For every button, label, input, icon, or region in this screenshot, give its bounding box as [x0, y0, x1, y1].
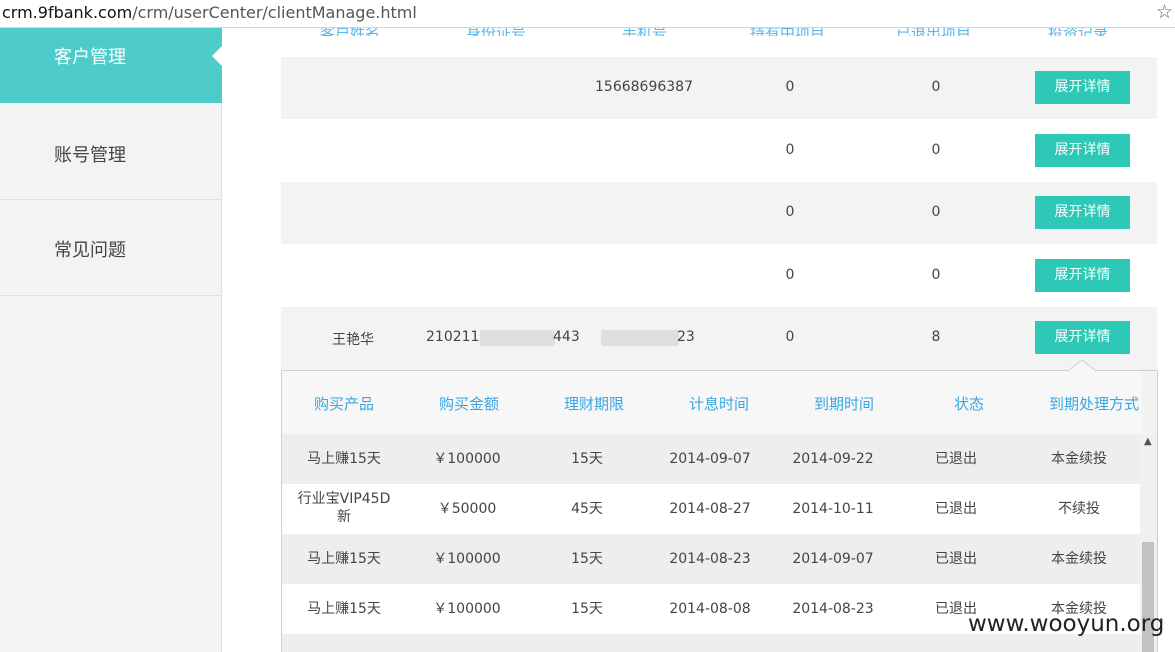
expand-details-button[interactable]: 展开详情 — [1035, 259, 1130, 292]
start-date: 2014-08-08 — [669, 601, 751, 617]
redacted-blur — [480, 330, 555, 346]
panel-pointer-icon — [1068, 360, 1096, 372]
header-product: 购买产品 — [313, 395, 375, 413]
column-header-exited: 已退出项目 — [896, 28, 978, 36]
expand-details-button[interactable]: 展开详情 — [1035, 134, 1130, 167]
end-date: 2014-09-07 — [792, 551, 874, 567]
header-amount: 购买金额 — [438, 395, 500, 413]
watermark: www.wooyun.org — [968, 611, 1165, 637]
exited-count: 0 — [931, 204, 941, 220]
table-row: 0 0 展开详情 — [281, 182, 1157, 244]
holding-count: 0 — [785, 142, 795, 158]
product-name: 行业宝VIP45D 新 — [297, 491, 391, 525]
client-name: 王艳华 — [332, 332, 374, 348]
investment-details-panel: 购买产品 购买金额 理财期限 计息时间 到期时间 状态 到期处理方式 马上赚15… — [281, 370, 1158, 652]
holding-count: 0 — [785, 329, 795, 345]
purchase-amount: ￥100000 — [433, 601, 501, 617]
active-indicator-icon — [212, 46, 222, 66]
bookmark-star-icon[interactable]: ☆ — [1156, 1, 1173, 23]
address-bar[interactable]: crm.9fbank.com/crm/userCenter/clientMana… — [0, 0, 1175, 28]
table-row: 0 0 展开详情 — [281, 120, 1157, 182]
id-card-suffix: 443 — [553, 329, 580, 345]
column-header-phone: 手机号 — [622, 28, 672, 36]
exited-count: 8 — [931, 329, 941, 345]
column-header-records: 投资记录 — [1048, 28, 1118, 36]
column-header-name: 客户姓名 — [320, 28, 390, 36]
start-date: 2014-08-27 — [669, 501, 751, 517]
purchase-amount: ￥50000 — [437, 501, 497, 517]
status: 已退出 — [935, 451, 977, 467]
table-row: 15668696387 0 0 展开详情 — [281, 57, 1157, 119]
exited-count: 0 — [931, 142, 941, 158]
header-end-date: 到期时间 — [813, 395, 875, 413]
product-name: 马上赚15天 — [307, 451, 381, 467]
url-text[interactable]: crm.9fbank.com/crm/userCenter/clientMana… — [2, 3, 417, 22]
expand-details-button[interactable]: 展开详情 — [1035, 196, 1130, 229]
phone-suffix: 23 — [677, 329, 695, 345]
column-header-holding: 持有中项目 — [750, 28, 832, 36]
id-card-prefix: 2102111 — [426, 329, 489, 345]
list-item: 马上赚15天 ￥100000 15天 2014-08-23 2014-09-07… — [282, 534, 1140, 584]
sidebar: 客户管理 账号管理 常见问题 — [0, 28, 222, 652]
sidebar-item-faq[interactable]: 常见问题 — [0, 200, 222, 295]
phone-cell: 15668696387 — [595, 79, 693, 95]
exited-count: 0 — [931, 79, 941, 95]
expand-details-button[interactable]: 展开详情 — [1035, 321, 1130, 354]
scroll-up-arrow-icon[interactable]: ▲ — [1144, 436, 1152, 447]
product-name: 马上赚15天 — [307, 601, 381, 617]
details-header: 购买产品 购买金额 理财期限 计息时间 到期时间 状态 到期处理方式 — [282, 371, 1142, 434]
table-row: 0 0 展开详情 — [281, 245, 1157, 307]
sidebar-divider — [0, 295, 222, 296]
start-date: 2014-09-07 — [669, 451, 751, 467]
list-item: 马上赚15天 ￥100000 15天 2014-09-07 2014-09-22… — [282, 434, 1140, 484]
sidebar-item-label: 常见问题 — [54, 240, 126, 261]
list-item: 行业宝VIP45D 新 ￥50000 45天 2014-08-27 2014-10… — [282, 484, 1140, 534]
holding-count: 0 — [785, 204, 795, 220]
expand-details-button[interactable]: 展开详情 — [1035, 71, 1130, 104]
end-date: 2014-08-23 — [792, 601, 874, 617]
product-name: 马上赚15天 — [307, 551, 381, 567]
end-date: 2014-10-11 — [792, 501, 874, 517]
maturity-method: 本金续投 — [1051, 551, 1107, 567]
purchase-amount: ￥100000 — [433, 551, 501, 567]
status: 已退出 — [935, 501, 977, 517]
sidebar-item-client-management[interactable]: 客户管理 — [0, 28, 222, 103]
purchase-amount: ￥100000 — [433, 451, 501, 467]
holding-count: 0 — [785, 79, 795, 95]
term: 15天 — [571, 601, 603, 617]
sidebar-item-label: 账号管理 — [54, 145, 126, 166]
header-term: 理财期限 — [563, 395, 625, 413]
redacted-blur — [601, 330, 679, 346]
maturity-method: 不续投 — [1058, 501, 1100, 517]
column-header-id: 身份证号 — [466, 28, 536, 36]
maturity-method: 本金续投 — [1051, 451, 1107, 467]
start-date: 2014-08-23 — [669, 551, 751, 567]
status: 已退出 — [935, 551, 977, 567]
term: 15天 — [571, 451, 603, 467]
holding-count: 0 — [785, 267, 795, 283]
header-status: 状态 — [953, 395, 985, 413]
term: 45天 — [571, 501, 603, 517]
sidebar-item-label: 客户管理 — [54, 47, 126, 68]
exited-count: 0 — [931, 267, 941, 283]
end-date: 2014-09-22 — [792, 451, 874, 467]
header-start-date: 计息时间 — [688, 395, 750, 413]
table-row: 王艳华 2102111 443 23 0 8 展开详情 — [281, 307, 1157, 370]
header-maturity-method: 到期处理方式 — [1048, 395, 1140, 413]
sidebar-item-account-management[interactable]: 账号管理 — [0, 103, 222, 199]
term: 15天 — [571, 551, 603, 567]
